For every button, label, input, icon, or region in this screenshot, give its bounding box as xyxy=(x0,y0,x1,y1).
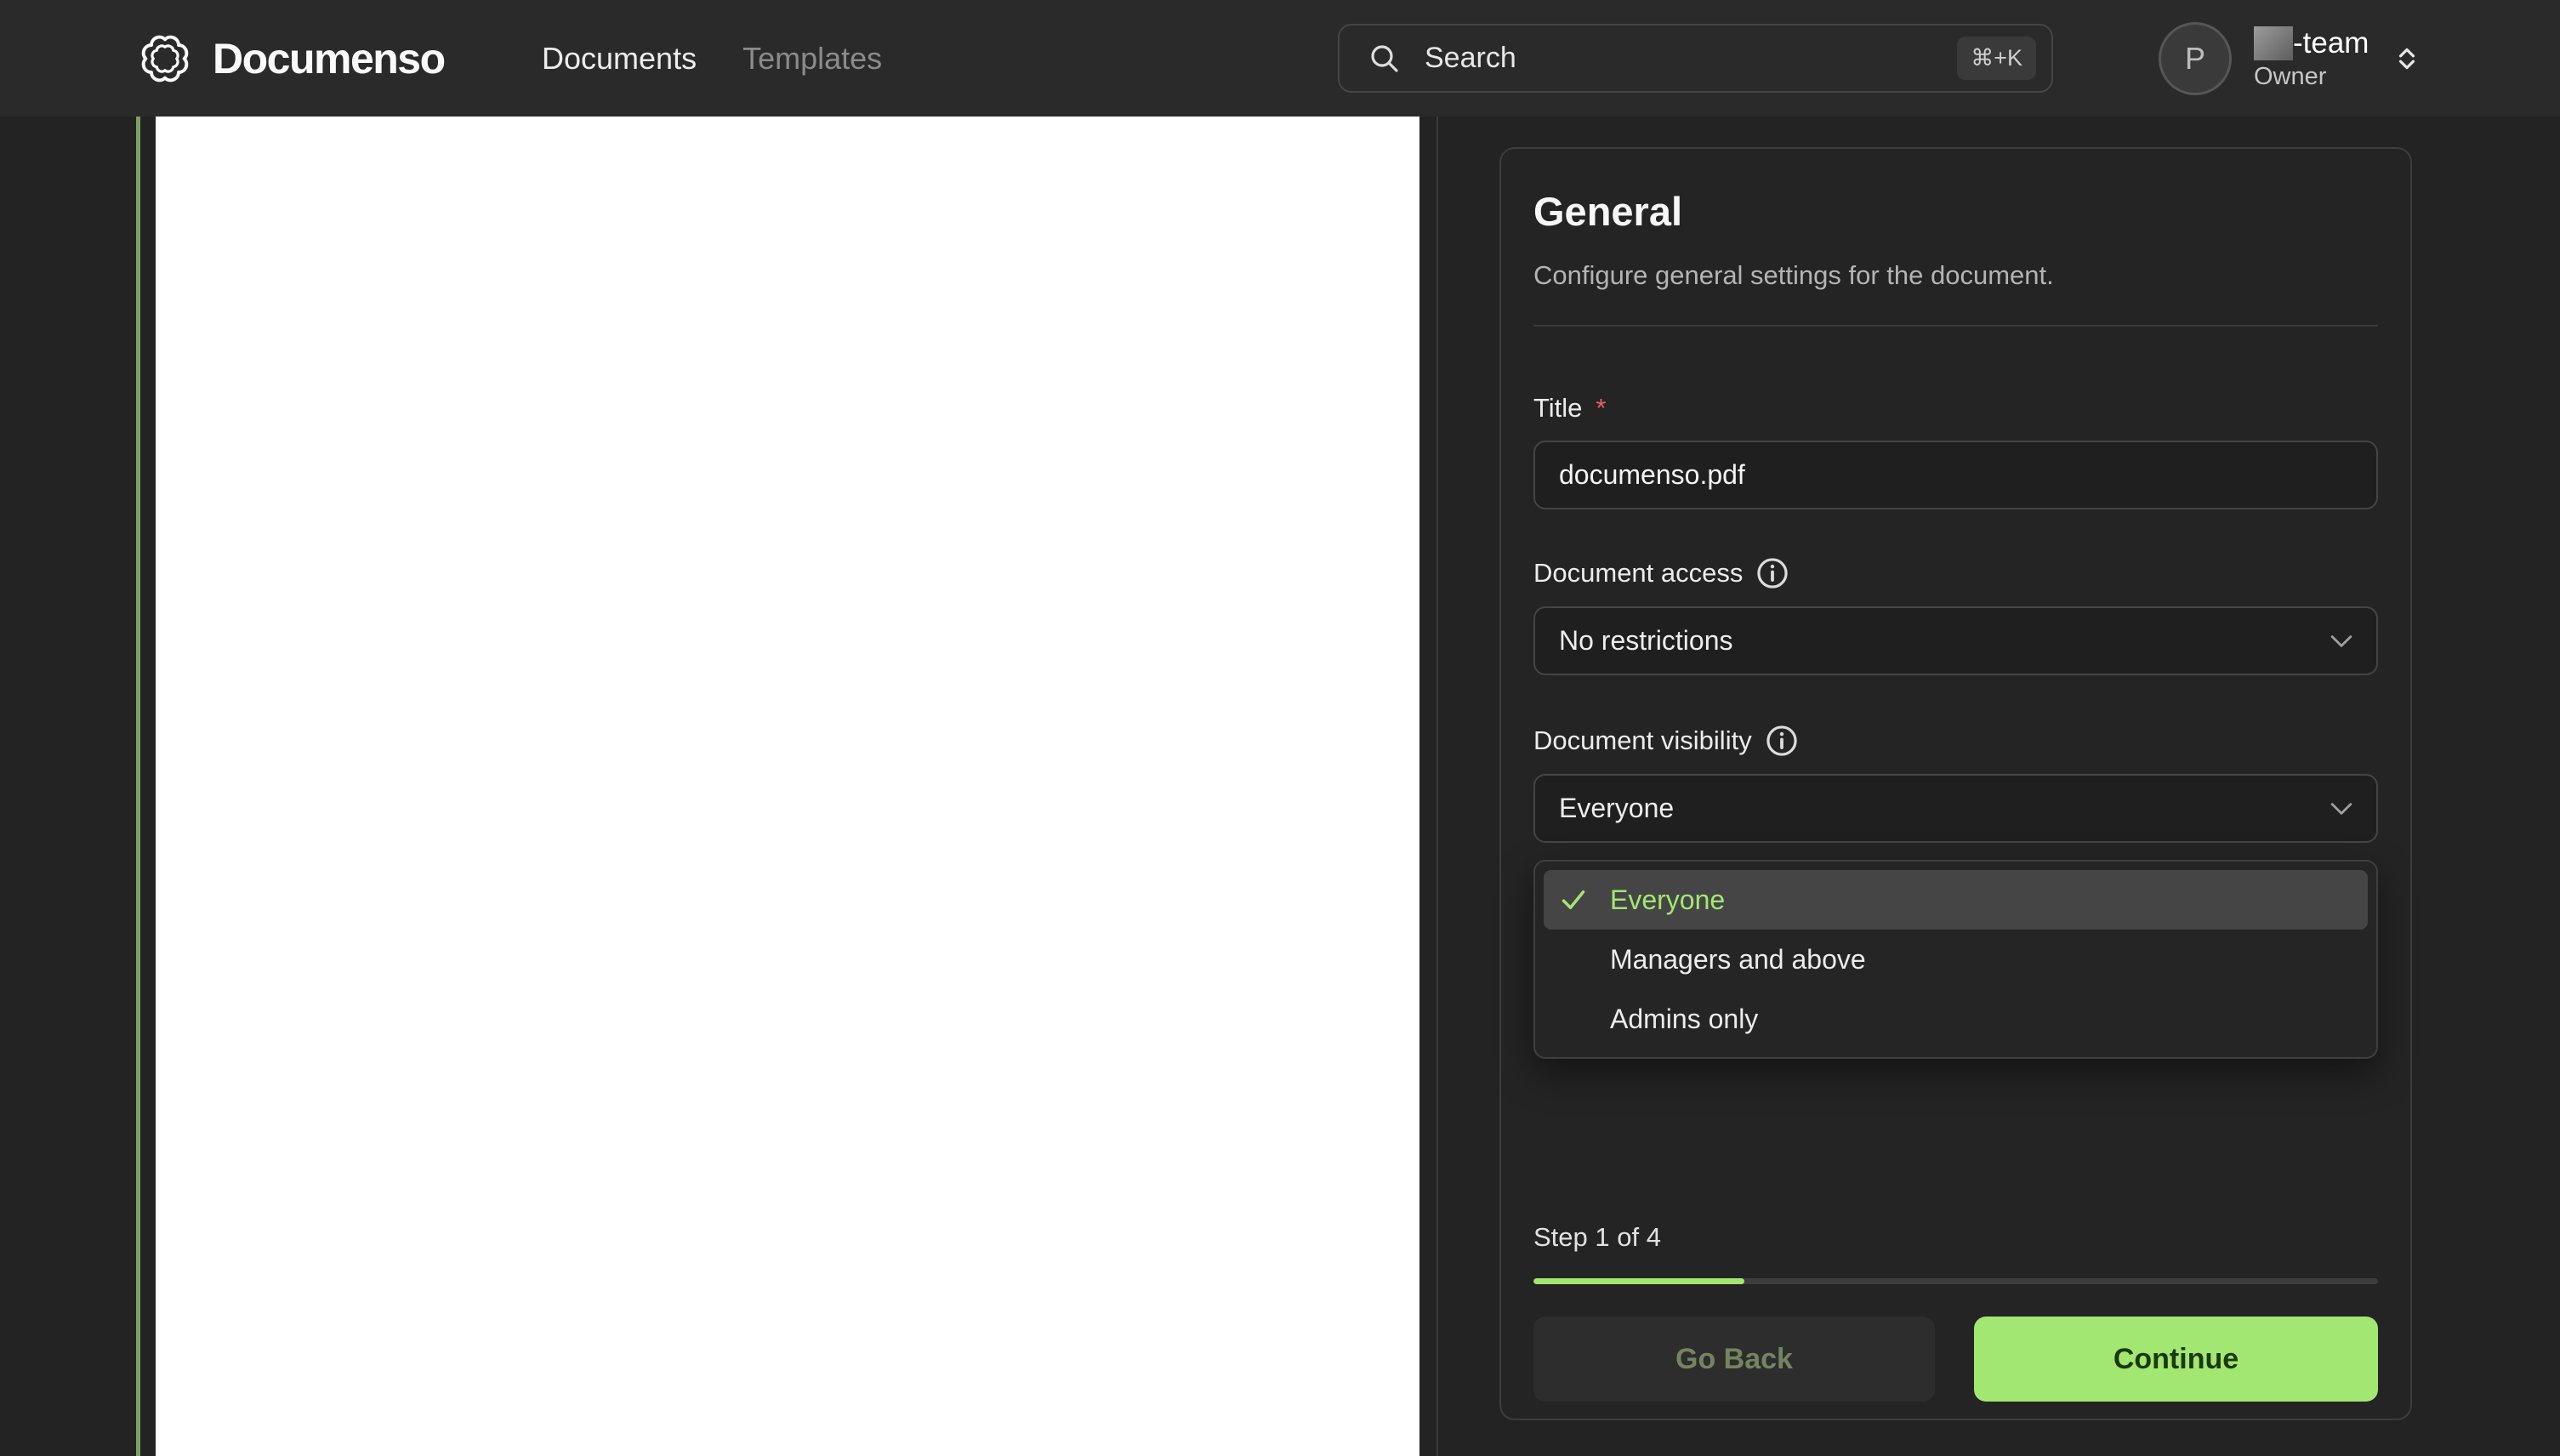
chevrons-up-down-icon xyxy=(2399,48,2415,69)
document-visibility-select[interactable]: Everyone xyxy=(1533,774,2378,843)
brand-name: Documenso xyxy=(213,34,446,82)
documenso-logo-icon xyxy=(141,35,189,82)
content-divider xyxy=(1436,117,1438,1456)
panel-subtitle: Configure general settings for the docum… xyxy=(1533,260,2054,290)
team-role-label: Owner xyxy=(2254,62,2327,90)
primary-nav: Documents Templates xyxy=(542,0,882,117)
title-input[interactable] xyxy=(1533,441,2378,509)
search-placeholder: Search xyxy=(1425,42,1516,74)
page-edge-accent xyxy=(136,117,140,1456)
dropdown-option-everyone[interactable]: Everyone xyxy=(1544,870,2368,930)
title-label-text: Title xyxy=(1533,393,1583,423)
top-navbar: Documenso Documents Templates Search ⌘+K… xyxy=(0,0,2560,117)
document-access-select[interactable]: No restrictions xyxy=(1533,606,2378,675)
access-label-text: Document access xyxy=(1533,558,1744,588)
check-icon xyxy=(1562,890,1585,909)
step-indicator: Step 1 of 4 xyxy=(1533,1222,1661,1252)
visibility-dropdown-menu: Everyone Managers and above Admins only xyxy=(1533,860,2378,1059)
team-name-suffix: -team xyxy=(2293,26,2369,60)
team-meta: -team Owner xyxy=(2254,26,2369,90)
wizard-actions: Go Back Continue xyxy=(1533,1317,2378,1402)
dropdown-option-managers-and-above[interactable]: Managers and above xyxy=(1544,930,2368,989)
title-field-label: Title * xyxy=(1533,393,2378,424)
search-shortcut-badge: ⌘+K xyxy=(1957,37,2036,80)
panel-divider xyxy=(1533,325,2378,327)
team-name-redacted xyxy=(2254,26,2293,60)
dropdown-option-admins-only[interactable]: Admins only xyxy=(1544,989,2368,1049)
search-icon xyxy=(1371,44,1398,72)
team-switcher[interactable]: P -team Owner xyxy=(2159,0,2421,117)
nav-item-documents[interactable]: Documents xyxy=(542,41,697,77)
app-root: Documenso Documents Templates Search ⌘+K… xyxy=(0,0,2560,1456)
general-settings-card: General Configure general settings for t… xyxy=(1499,147,2412,1420)
info-icon[interactable] xyxy=(1766,725,1798,757)
chevron-down-icon xyxy=(2330,802,2352,815)
document-access-label: Document access xyxy=(1533,557,2378,589)
progress-fill xyxy=(1533,1278,1745,1284)
visibility-label-text: Document visibility xyxy=(1533,725,1752,755)
required-asterisk: * xyxy=(1596,393,1607,423)
visibility-selected-value: Everyone xyxy=(1559,793,1675,823)
continue-button[interactable]: Continue xyxy=(1974,1317,2378,1402)
avatar: P xyxy=(2159,21,2232,95)
option-label: Admins only xyxy=(1610,1003,1759,1034)
document-visibility-label: Document visibility xyxy=(1533,725,2378,757)
nav-item-templates[interactable]: Templates xyxy=(742,41,882,77)
main-content: General Configure general settings for t… xyxy=(0,117,2560,1456)
go-back-button[interactable]: Go Back xyxy=(1533,1317,1935,1402)
option-label: Everyone xyxy=(1610,884,1726,915)
option-label: Managers and above xyxy=(1610,943,1866,975)
brand-home-link[interactable]: Documenso xyxy=(136,0,446,117)
info-icon[interactable] xyxy=(1756,557,1789,589)
chevron-down-icon xyxy=(2330,634,2352,647)
document-page-preview xyxy=(156,117,1419,1456)
search-input[interactable]: Search ⌘+K xyxy=(1338,24,2053,93)
access-selected-value: No restrictions xyxy=(1559,625,1733,656)
panel-title: General xyxy=(1533,189,1683,234)
progress-bar xyxy=(1533,1278,2378,1284)
